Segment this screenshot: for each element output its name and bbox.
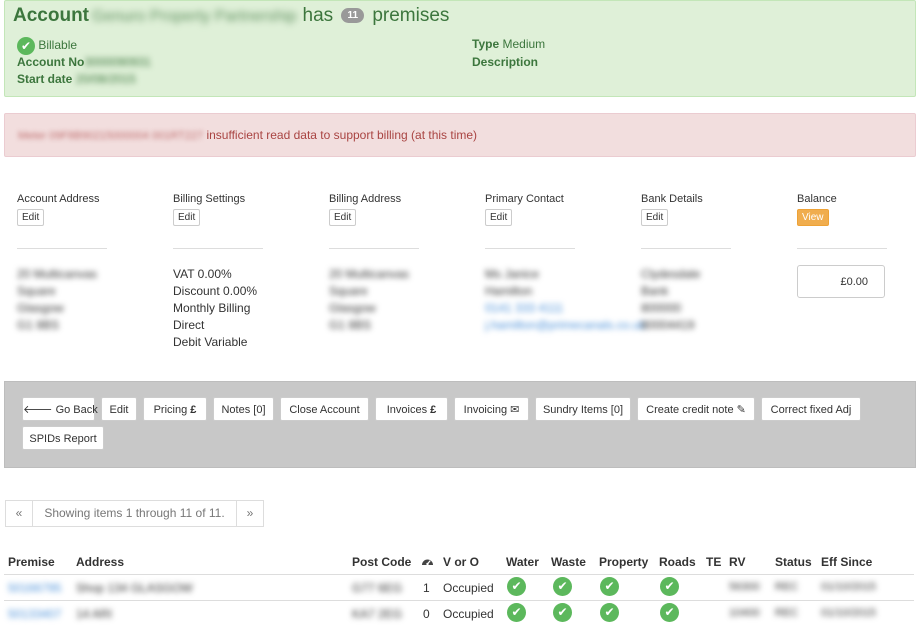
action-toolbar: [4, 381, 916, 468]
eff-since-value: 01/10/2015: [821, 581, 877, 593]
pager-status: Showing items 1 through 11 of 11.: [32, 500, 237, 527]
contact-email-link[interactable]: j.hamilton@primecanals.co.uk: [485, 317, 645, 334]
col-roads[interactable]: Roads: [659, 555, 696, 569]
col-post-code[interactable]: Post Code: [352, 555, 411, 569]
create-credit-note-button[interactable]: Create credit note ✎: [637, 397, 755, 421]
page-title: Account Genuro Property Partnership has 11…: [13, 5, 450, 26]
alert-message: insufficient read data to support billin…: [206, 128, 478, 142]
billable-indicator: ✔ Billable: [17, 37, 77, 55]
premise-link[interactable]: 50133407: [8, 607, 61, 621]
billing-settings-section: Billing Settings Edit: [173, 193, 293, 226]
roads-check-icon: ✔: [660, 577, 679, 596]
col-eff-since[interactable]: Eff Since: [821, 555, 872, 569]
primary-contact-section: Primary Contact Edit: [485, 193, 605, 226]
invoicing-button[interactable]: Invoicing ✉: [454, 397, 529, 421]
billing-settings-lines: VAT 0.00% Discount 0.00% Monthly Billing…: [173, 267, 258, 349]
edit-account-address-button[interactable]: Edit: [17, 209, 45, 226]
status-value: REC: [775, 607, 799, 619]
premise-address: Shop 134 GLASGOW: [76, 581, 193, 595]
meter-count: 0: [423, 607, 430, 621]
pound-icon: £: [190, 404, 197, 416]
account-address-lines: 20 Multicanvas Square Glasgow G1 8BS: [17, 267, 98, 332]
col-water[interactable]: Water: [506, 555, 539, 569]
pricing-button[interactable]: Pricing £: [143, 397, 207, 421]
view-balance-button[interactable]: View: [797, 209, 829, 226]
rv-value: 56300: [729, 581, 760, 593]
account-type: Type Medium: [472, 37, 546, 51]
bank-details-section: Bank Details Edit: [641, 193, 761, 226]
premise-link[interactable]: 50166795: [8, 581, 61, 595]
go-back-button[interactable]: 🡐 Go Back: [22, 397, 98, 421]
col-address[interactable]: Address: [76, 555, 124, 569]
col-rv[interactable]: RV: [729, 555, 745, 569]
dashboard-icon: [421, 555, 434, 569]
occupancy: Occupied: [443, 581, 494, 595]
billing-address-section: Billing Address Edit: [329, 193, 449, 226]
divider: [329, 248, 419, 249]
spids-report-button[interactable]: SPIDs Report: [22, 426, 104, 450]
divider: [641, 248, 731, 249]
check-circle-icon: ✔: [17, 37, 35, 55]
sundry-items-button[interactable]: Sundry Items [0]: [535, 397, 631, 421]
rv-value: 10400: [729, 607, 760, 619]
col-premise[interactable]: Premise: [8, 555, 55, 569]
water-check-icon: ✔: [507, 603, 526, 622]
invoices-button[interactable]: Invoices £: [375, 397, 448, 421]
contact-phone-link[interactable]: 0141 333 4111: [485, 300, 645, 317]
col-waste[interactable]: Waste: [551, 555, 586, 569]
pencil-icon: ✎: [736, 404, 746, 416]
edit-billing-address-button[interactable]: Edit: [329, 209, 357, 226]
waste-check-icon: ✔: [553, 603, 572, 622]
arrow-left-icon: 🡐: [23, 404, 53, 416]
divider: [4, 600, 914, 601]
occupancy: Occupied: [443, 607, 494, 621]
pager-prev-button[interactable]: «: [5, 500, 33, 527]
billing-address-lines: 20 Multicanvas Square Glasgow G1 8BS: [329, 267, 410, 332]
waste-check-icon: ✔: [553, 577, 572, 596]
start-date: Start date 20/08/2015: [17, 72, 136, 86]
pound-icon: £: [430, 404, 437, 416]
account-description: Description: [472, 55, 539, 69]
balance-section: Balance View: [797, 193, 917, 226]
bank-details-lines: Clydesdale Bank 800000 80004419: [641, 267, 701, 332]
divider: [17, 248, 107, 249]
col-v-or-o[interactable]: V or O: [443, 555, 479, 569]
premise-address: 14 ARI: [76, 607, 113, 621]
edit-billing-settings-button[interactable]: Edit: [173, 209, 201, 226]
property-check-icon: ✔: [600, 603, 619, 622]
premise-postcode: G77 6EG: [352, 581, 403, 595]
edit-account-button[interactable]: Edit: [101, 397, 137, 421]
balance-value: £0.00: [797, 265, 885, 298]
eff-since-value: 01/10/2015: [821, 607, 877, 619]
envelope-icon: ✉: [510, 404, 520, 416]
edit-bank-details-button[interactable]: Edit: [641, 209, 669, 226]
status-value: REC: [775, 581, 799, 593]
property-check-icon: ✔: [600, 577, 619, 596]
divider: [173, 248, 263, 249]
notes-button[interactable]: Notes [0]: [213, 397, 274, 421]
premises-count-badge: 11: [341, 8, 365, 23]
account-address-section: Account Address Edit: [17, 193, 137, 226]
water-check-icon: ✔: [507, 577, 526, 596]
correct-fixed-adj-button[interactable]: Correct fixed Adj: [761, 397, 861, 421]
col-te[interactable]: TE: [706, 555, 721, 569]
premise-postcode: KA7 2EG: [352, 607, 403, 621]
roads-check-icon: ✔: [660, 603, 679, 622]
alert-meter-id: Meter 09F8B90215000004 001RT227: [18, 130, 204, 142]
edit-primary-contact-button[interactable]: Edit: [485, 209, 513, 226]
col-status[interactable]: Status: [775, 555, 812, 569]
account-number: Account No3000090931: [17, 55, 152, 69]
account-name: Genuro Property Partnership: [92, 8, 297, 25]
meter-count: 1: [423, 581, 430, 595]
divider: [485, 248, 575, 249]
close-account-button[interactable]: Close Account: [280, 397, 369, 421]
pager-next-button[interactable]: »: [236, 500, 264, 527]
primary-contact-lines: Ms Janice Hamilton 0141 333 4111 j.hamil…: [485, 267, 645, 334]
col-property[interactable]: Property: [599, 555, 648, 569]
divider: [797, 248, 887, 249]
divider: [4, 574, 914, 575]
